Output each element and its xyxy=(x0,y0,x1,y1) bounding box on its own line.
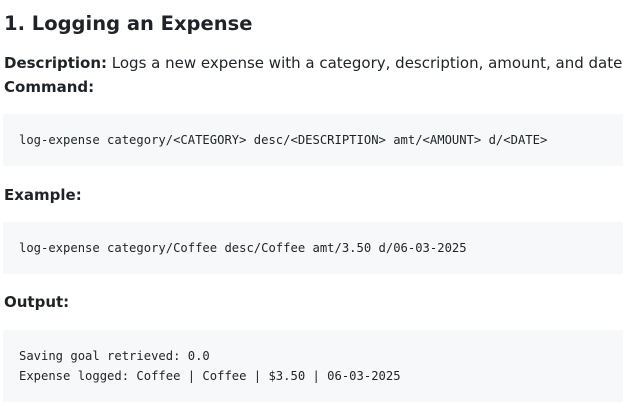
section-heading: 1. Logging an Expense xyxy=(4,12,253,35)
output-code-block: Saving goal retrieved: 0.0 Expense logged… xyxy=(3,330,623,402)
command-code-line: log-expense category/<CATEGORY> desc/<DE… xyxy=(19,133,548,147)
output-label: Output: xyxy=(4,293,70,311)
output-code-line: Expense logged: Coffee | Coffee | $3.50 … xyxy=(19,369,401,383)
example-label: Example: xyxy=(4,186,82,204)
document-page: 1. Logging an Expense Description: Logs … xyxy=(0,0,623,403)
example-code-block: log-expense category/Coffee desc/Coffee … xyxy=(3,222,623,274)
output-code-line: Saving goal retrieved: 0.0 xyxy=(19,349,210,363)
output-label-paragraph: Output: xyxy=(4,290,69,314)
description-paragraph: Description: Logs a new expense with a c… xyxy=(4,51,623,75)
command-code-block: log-expense category/<CATEGORY> desc/<DE… xyxy=(3,114,623,166)
example-code-line: log-expense category/Coffee desc/Coffee … xyxy=(19,241,467,255)
command-label: Command: xyxy=(4,78,95,96)
example-label-paragraph: Example: xyxy=(4,183,82,207)
description-text: Logs a new expense with a category, desc… xyxy=(107,54,623,72)
description-label: Description: xyxy=(4,54,108,72)
command-label-paragraph: Command: xyxy=(4,75,94,99)
